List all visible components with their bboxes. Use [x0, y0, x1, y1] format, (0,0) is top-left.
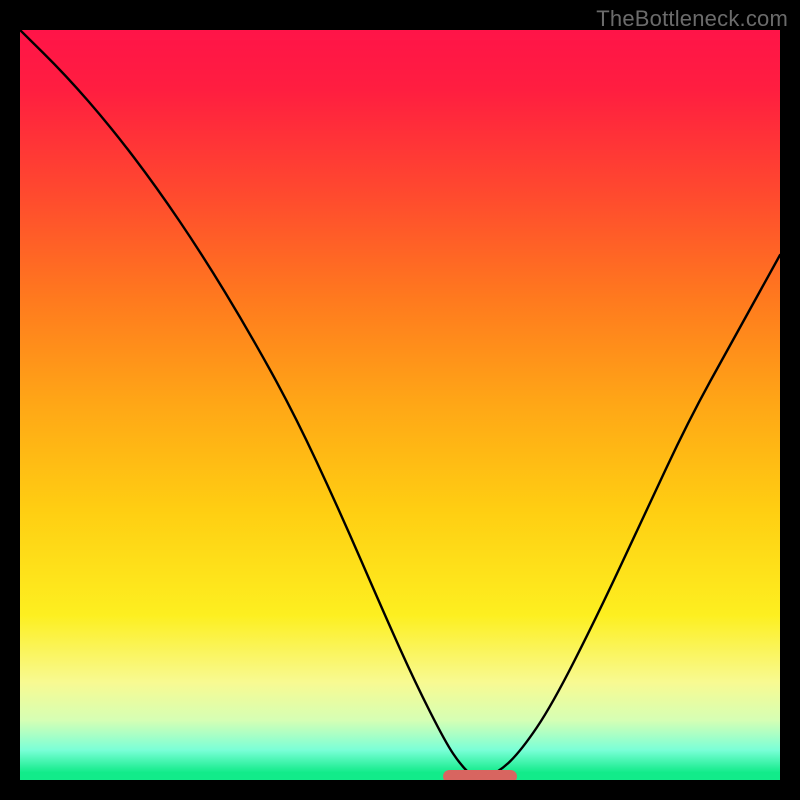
chart-frame: TheBottleneck.com — [0, 0, 800, 800]
bottleneck-curve — [20, 30, 780, 780]
plot-area — [20, 30, 780, 780]
watermark-text: TheBottleneck.com — [596, 6, 788, 32]
minimum-marker-icon — [443, 770, 517, 780]
